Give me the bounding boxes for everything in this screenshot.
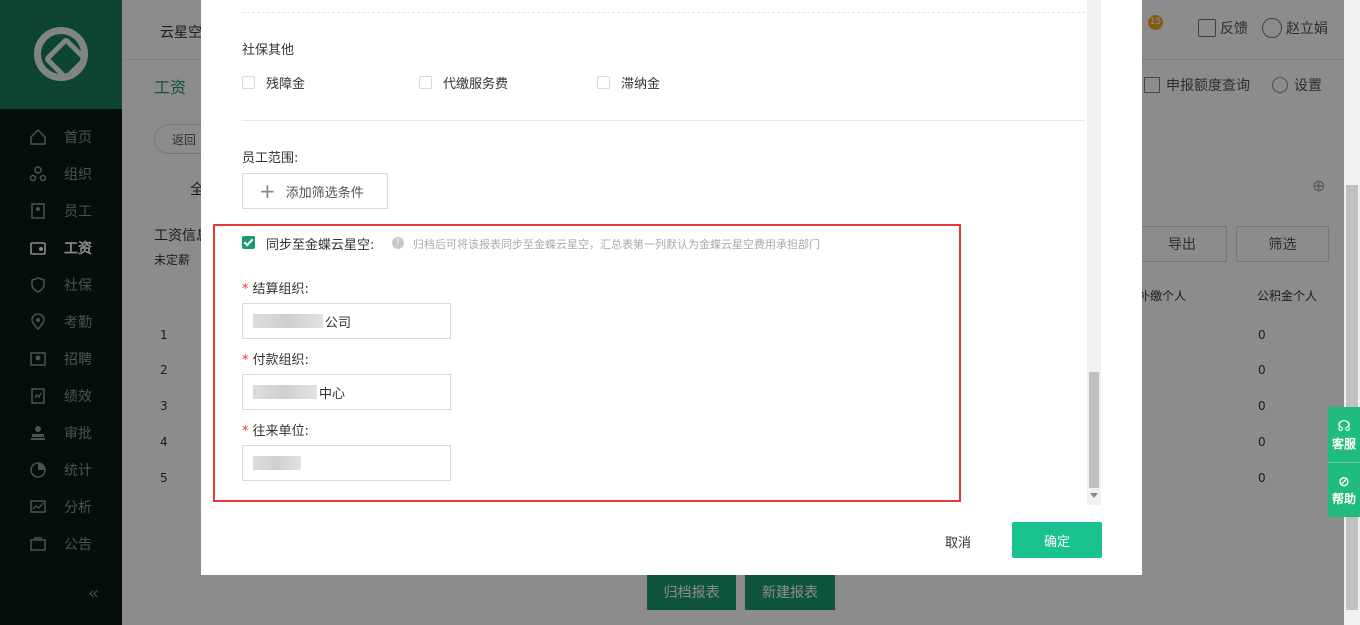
- compass-icon: ⊘: [1338, 473, 1350, 490]
- contact-label-wrap: * 往来单位:: [242, 420, 309, 439]
- dialog-footer: 取消 确定: [201, 505, 1142, 575]
- pay-org-label-wrap: * 付款组织:: [242, 349, 309, 368]
- employee-scope-label: 员工范围:: [242, 151, 299, 166]
- cancel-button[interactable]: 取消: [932, 525, 984, 557]
- settle-org-label: 结算组织:: [252, 282, 309, 297]
- required-mark: *: [242, 282, 249, 297]
- customer-service-button[interactable]: ☊ 客服: [1328, 407, 1360, 462]
- social-other-title: 社保其他: [242, 43, 295, 58]
- blurred-text: [253, 385, 317, 399]
- archive-dialog: 社保其他 残障金 代缴服务费 滞纳金 员工范围: + 添加筛选条件 同步至金蝶云…: [201, 0, 1142, 575]
- headset-icon: ☊: [1337, 417, 1351, 435]
- checkbox-box[interactable]: [242, 76, 255, 89]
- help-button[interactable]: ⊘ 帮助: [1328, 462, 1360, 517]
- checkbox-box[interactable]: [419, 76, 432, 89]
- page-scrollbar-thumb[interactable]: [1346, 185, 1358, 610]
- info-icon[interactable]: !: [392, 237, 404, 249]
- checkbox-label: 滞纳金: [621, 77, 661, 92]
- checkbox-label: 代缴服务费: [443, 77, 509, 92]
- pay-org-value: 中心: [319, 386, 346, 402]
- pay-org-field[interactable]: 中心: [242, 374, 451, 410]
- help-label: 帮助: [1331, 491, 1356, 506]
- add-filter-button[interactable]: + 添加筛选条件: [242, 173, 388, 209]
- dialog-body: 社保其他 残障金 代缴服务费 滞纳金 员工范围: + 添加筛选条件 同步至金蝶云…: [201, 0, 1142, 505]
- required-mark: *: [242, 424, 249, 439]
- sync-hint: 归档后可将该报表同步至金蝶云星空，汇总表第一列默认为金蝶云星空费用承担部门: [413, 238, 820, 251]
- checkbox-label: 残障金: [266, 77, 306, 92]
- blurred-text: [253, 314, 323, 328]
- confirm-button[interactable]: 确定: [1012, 522, 1102, 558]
- contact-field[interactable]: [242, 445, 451, 481]
- scroll-down-icon[interactable]: [1090, 493, 1098, 498]
- agency-fee-checkbox[interactable]: 代缴服务费: [419, 73, 508, 92]
- sync-checkbox[interactable]: [242, 236, 255, 249]
- contact-label: 往来单位:: [252, 424, 309, 439]
- disability-fund-checkbox[interactable]: 残障金: [242, 73, 305, 92]
- divider: [242, 120, 1085, 121]
- add-filter-label: 添加筛选条件: [285, 185, 364, 201]
- settle-org-value: 公司: [325, 315, 352, 331]
- sync-label[interactable]: 同步至金蝶云星空:: [266, 234, 374, 253]
- service-label: 客服: [1331, 437, 1356, 451]
- pay-org-label: 付款组织:: [252, 353, 309, 368]
- float-widget: ☊ 客服 ⊘ 帮助: [1328, 407, 1360, 517]
- settle-org-label-wrap: * 结算组织:: [242, 278, 309, 297]
- checkbox-box[interactable]: [597, 76, 610, 89]
- blurred-text: [253, 456, 301, 470]
- divider: [242, 12, 1085, 13]
- plus-icon: +: [259, 179, 276, 203]
- settle-org-field[interactable]: 公司: [242, 303, 451, 339]
- dialog-scrollbar-thumb[interactable]: [1089, 372, 1099, 488]
- late-fee-checkbox[interactable]: 滞纳金: [597, 73, 660, 92]
- required-mark: *: [242, 353, 249, 368]
